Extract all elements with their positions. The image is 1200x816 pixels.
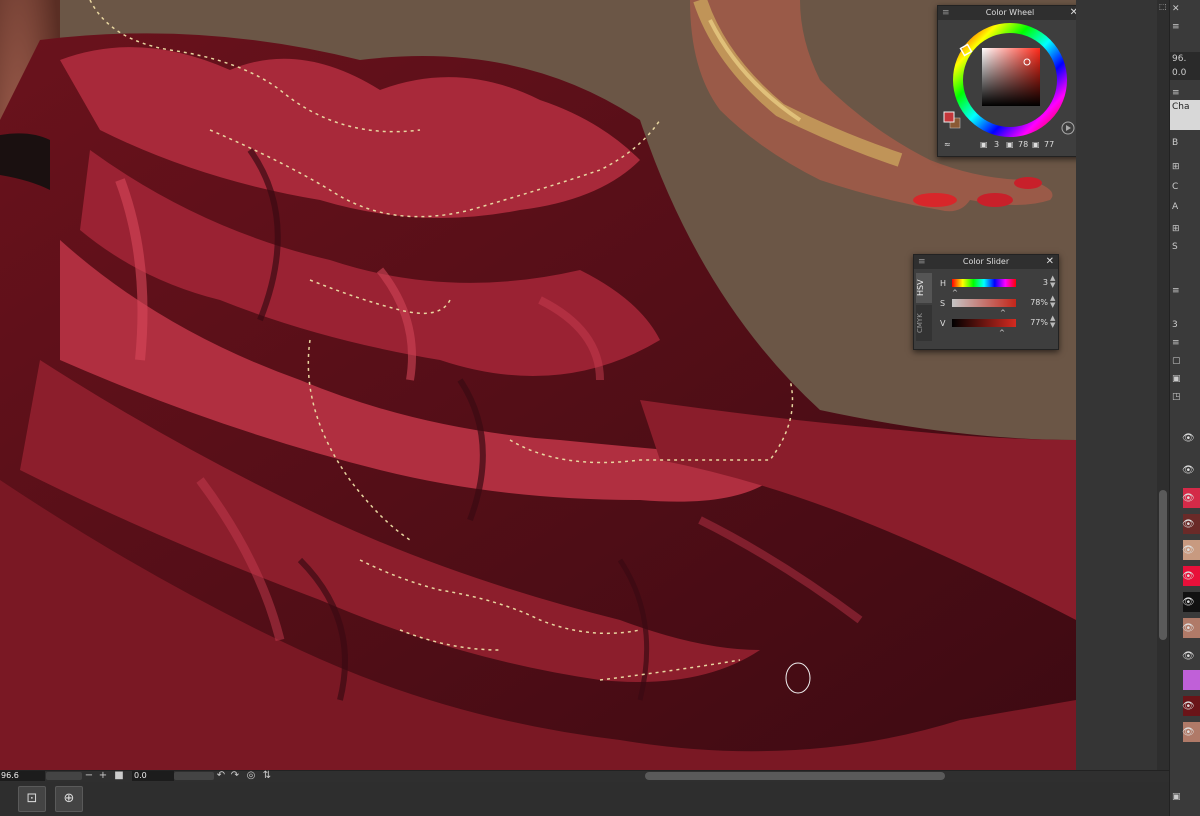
hsv-mode-icon[interactable]: ▣: [980, 140, 988, 149]
layer-visibility-eye-icon[interactable]: 👁: [1182, 622, 1196, 636]
layer-visibility-eye-icon[interactable]: 👁: [1182, 492, 1196, 506]
color-wheel-panel: ≡ Color Wheel ✕ ≈ ▣ 3 ▣ 78 ▣ 77: [937, 5, 1083, 157]
right-panel-grip-icon[interactable]: ≡: [1170, 86, 1200, 100]
h-slider[interactable]: [952, 279, 1016, 287]
color-wheel-title-bar[interactable]: ≡ Color Wheel ✕: [938, 6, 1082, 20]
color-wheel[interactable]: [938, 20, 1082, 140]
layer-visibility-eye-icon[interactable]: 👁: [1182, 544, 1196, 558]
h-spin-icon[interactable]: ▲ ▼: [1050, 275, 1055, 289]
vertical-scrollbar-thumb[interactable]: [1159, 490, 1167, 640]
row-letter-c[interactable]: C: [1170, 180, 1200, 194]
vertical-scrollbar[interactable]: [1157, 0, 1169, 770]
right-panel-grip-icon[interactable]: ≡: [1170, 284, 1200, 298]
panel-grip-icon[interactable]: ≡: [942, 6, 950, 20]
s-slider-row: S ^ 78% ▲ ▼: [940, 295, 1058, 319]
v-slider-caret[interactable]: ^: [999, 329, 1005, 337]
layer-tool-icon[interactable]: ◳: [1170, 390, 1200, 404]
view-center-icon[interactable]: ⊕: [55, 786, 83, 812]
zoom-out-icon[interactable]: −: [84, 771, 94, 781]
layer-visibility-eye-icon[interactable]: 👁: [1182, 700, 1196, 714]
color-slider-panel: ≡ Color Slider ✕ HSV CMYK H ^ 3 ▲ ▼ S ^ 7…: [913, 254, 1059, 350]
navigator-angle-field[interactable]: 0.0: [1170, 66, 1200, 80]
v-label-icon: ▣: [1032, 140, 1040, 149]
zoom-slider[interactable]: [46, 772, 82, 780]
s-label: S: [940, 299, 946, 308]
number-field[interactable]: 3: [1170, 318, 1200, 332]
rotate-left-icon[interactable]: ↶: [216, 771, 226, 781]
h-label: H: [940, 279, 947, 288]
layer-visibility-eye-icon[interactable]: 👁: [1182, 726, 1196, 740]
horizontal-scrollbar-thumb[interactable]: [645, 772, 945, 780]
flip-icon[interactable]: ⇅: [262, 771, 272, 781]
h-slider-value[interactable]: 3: [1022, 278, 1048, 287]
add-icon[interactable]: ⊞: [1170, 222, 1200, 236]
rotation-slider[interactable]: [174, 772, 214, 780]
layer-visibility-eye-icon[interactable]: 👁: [1182, 596, 1196, 610]
tab-hsv[interactable]: HSV: [916, 273, 932, 303]
drawing-canvas[interactable]: [0, 0, 1076, 770]
right-panel-grip-icon[interactable]: ≡: [1170, 336, 1200, 350]
v-slider-row: V ^ 77% ▲ ▼: [940, 315, 1058, 339]
layer-visibility-eye-icon[interactable]: 👁: [1182, 650, 1196, 664]
right-panel-grip-icon[interactable]: ≡: [1170, 20, 1200, 34]
row-letter-b[interactable]: B: [1170, 136, 1200, 150]
rotate-right-icon[interactable]: ↷: [230, 771, 240, 781]
bottom-toolbar: [0, 782, 1169, 816]
layer-tool-icon[interactable]: ▢: [1170, 354, 1200, 368]
h-slider-caret[interactable]: ^: [952, 289, 958, 297]
reset-rotation-icon[interactable]: ◎: [246, 771, 256, 781]
h-value: 3: [994, 140, 1000, 149]
row-letter-a[interactable]: A: [1170, 200, 1200, 214]
s-label-icon: ▣: [1006, 140, 1014, 149]
v-slider-value[interactable]: 77%: [1022, 318, 1048, 327]
s-value: 78: [1018, 140, 1029, 149]
layer-visibility-eye-icon[interactable]: 👁: [1182, 518, 1196, 532]
v-label: V: [940, 319, 946, 328]
color-wheel-title: Color Wheel: [985, 8, 1035, 17]
navigator-zoom-field[interactable]: 96.: [1170, 52, 1200, 66]
layer-delete-icon[interactable]: ▣: [1170, 790, 1200, 804]
tab-cmyk[interactable]: CMYK: [916, 305, 932, 341]
transparent-swatch-icon[interactable]: ≈: [944, 140, 951, 149]
layer-tool-icon[interactable]: ▣: [1170, 372, 1200, 386]
layer-visibility-eye-icon[interactable]: 👁: [1182, 432, 1196, 446]
right-panel-close-icon[interactable]: ✕: [1170, 2, 1200, 16]
fit-icon[interactable]: ■: [114, 771, 124, 781]
v-slider[interactable]: [952, 319, 1016, 327]
add-icon[interactable]: ⊞: [1170, 160, 1200, 174]
canvas-gutter: [1076, 0, 1157, 770]
fit-screen-icon[interactable]: ⊡: [18, 786, 46, 812]
main-color-swatch[interactable]: [943, 111, 955, 123]
color-slider-title-bar[interactable]: ≡ Color Slider ✕: [914, 255, 1058, 269]
zoom-in-icon[interactable]: +: [98, 771, 108, 781]
close-icon[interactable]: ✕: [1046, 255, 1054, 269]
row-letter-s[interactable]: S: [1170, 240, 1200, 254]
s-spin-icon[interactable]: ▲ ▼: [1050, 295, 1055, 309]
panel-grip-icon[interactable]: ≡: [918, 255, 926, 269]
zoom-input[interactable]: 96.6: [0, 771, 45, 781]
s-slider[interactable]: [952, 299, 1016, 307]
v-value: 77: [1044, 140, 1055, 149]
v-spin-icon[interactable]: ▲ ▼: [1050, 315, 1055, 329]
s-slider-value[interactable]: 78%: [1022, 298, 1048, 307]
layer-visibility-eye-icon[interactable]: 👁: [1182, 464, 1196, 478]
layer-thumbnail[interactable]: [1183, 670, 1200, 690]
tab-character[interactable]: Cha: [1170, 100, 1200, 130]
s-slider-caret[interactable]: ^: [1000, 309, 1006, 317]
canvas-artwork: [0, 0, 1076, 770]
rotation-input[interactable]: 0.0: [132, 771, 174, 781]
layer-visibility-eye-icon[interactable]: 👁: [1182, 570, 1196, 584]
h-slider-row: H ^ 3 ▲ ▼: [940, 275, 1058, 299]
color-slider-title: Color Slider: [962, 257, 1010, 266]
v-scroll-up-icon[interactable]: ⬚: [1159, 2, 1169, 12]
